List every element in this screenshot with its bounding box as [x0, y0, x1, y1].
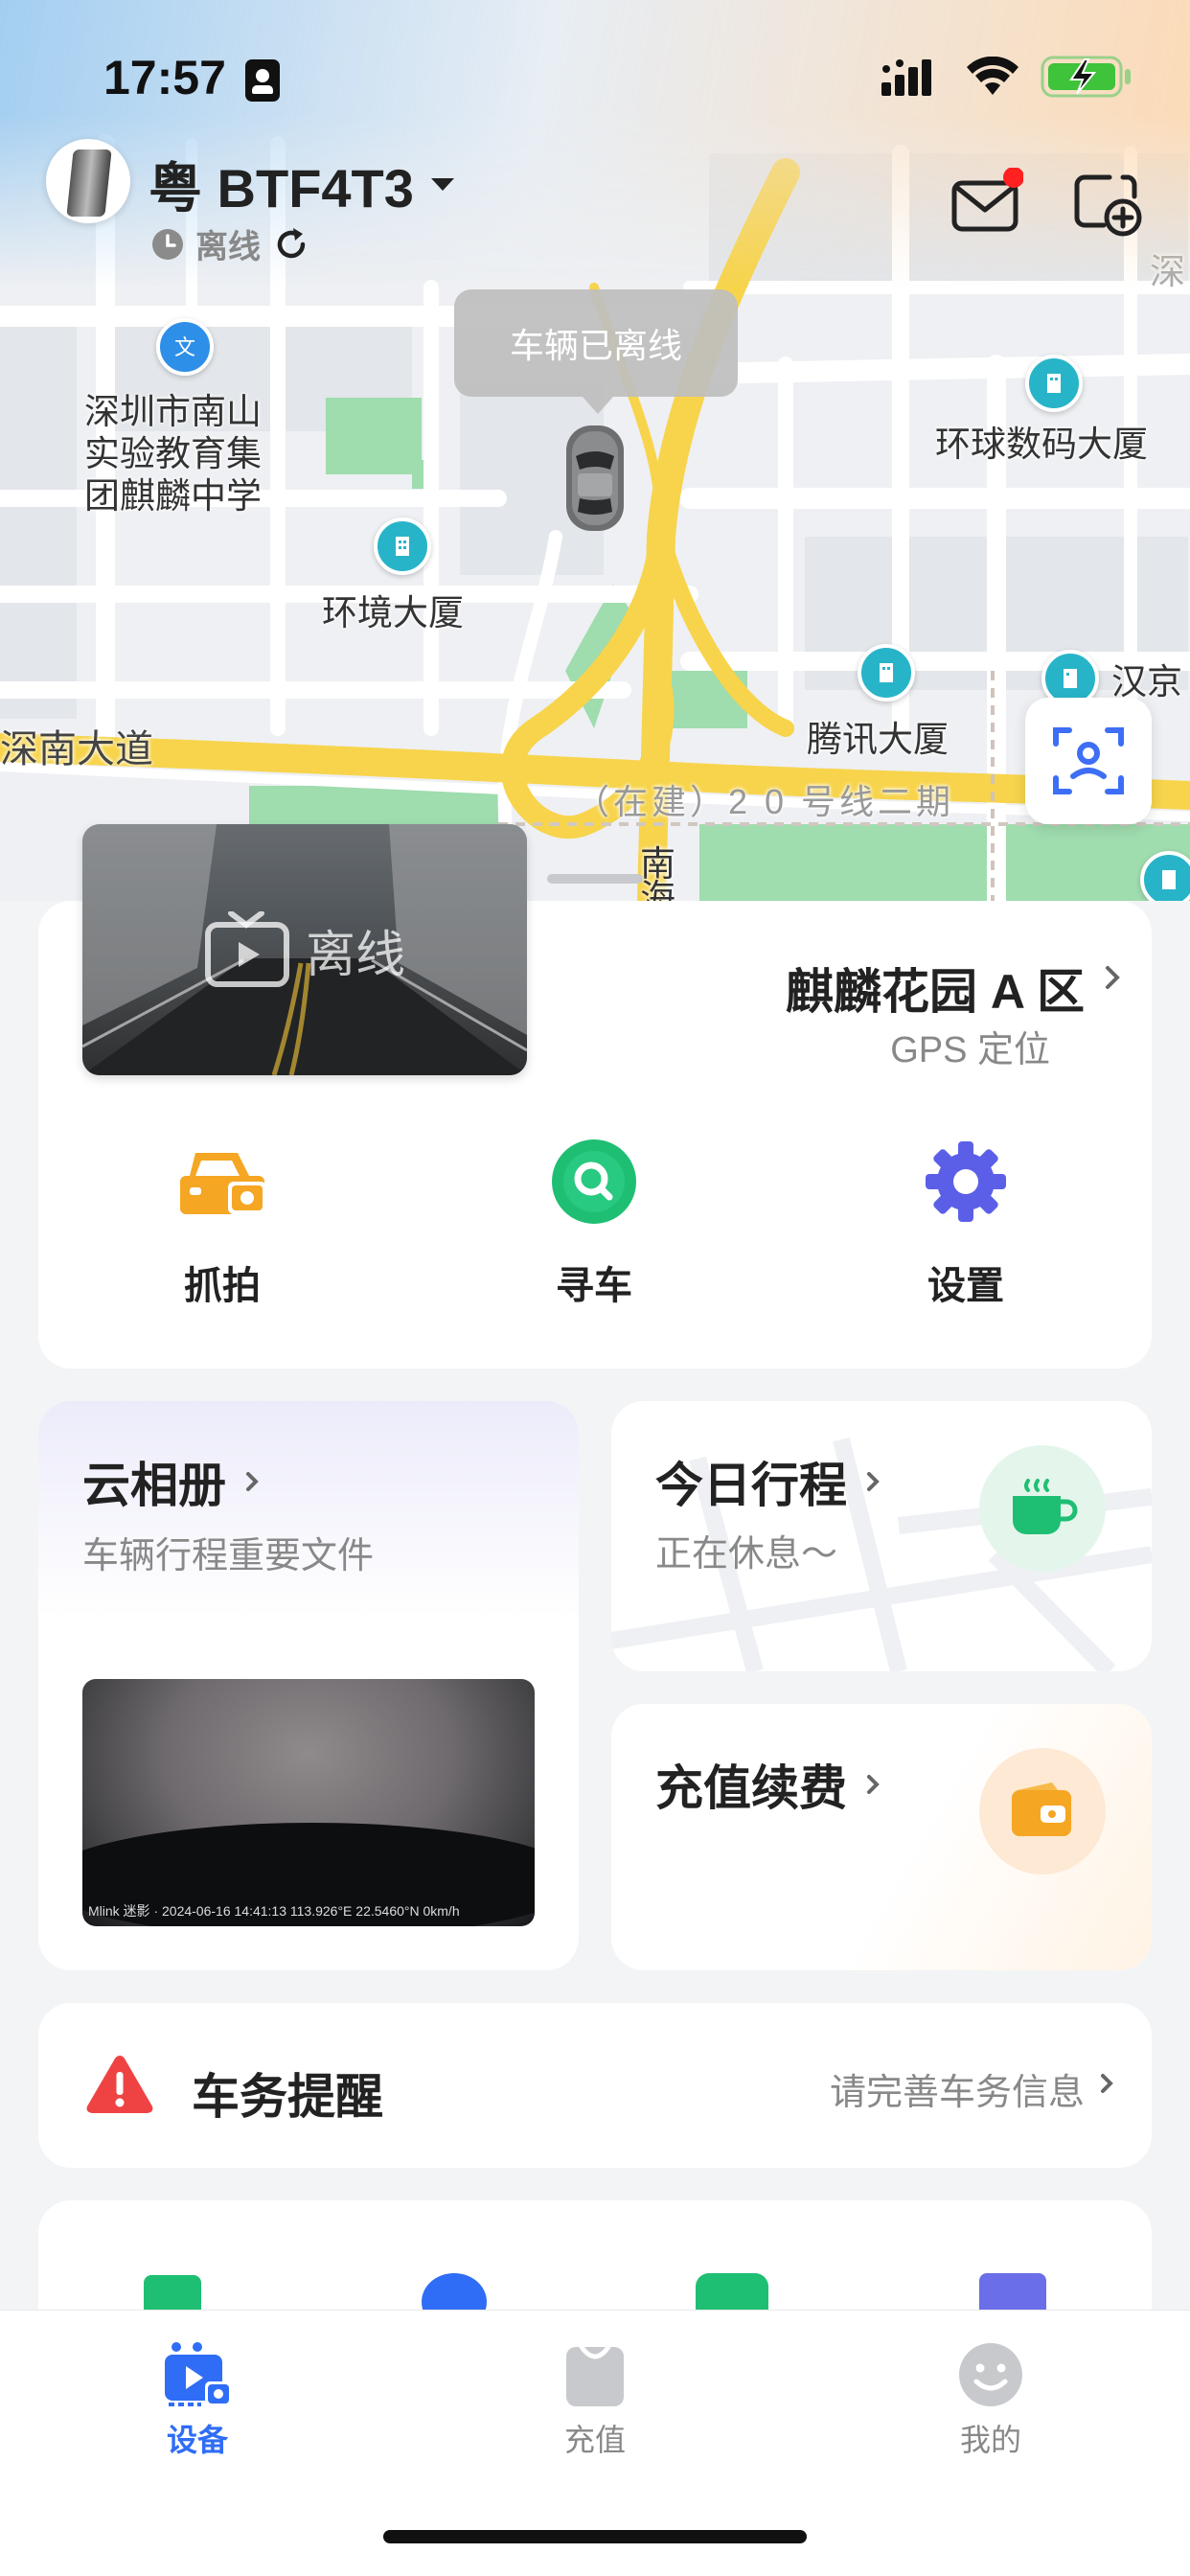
recharge-card[interactable]: 充值续费 — [611, 1704, 1152, 1970]
tab-recharge[interactable]: 充值 — [499, 2339, 691, 2460]
add-device-icon — [1074, 174, 1142, 237]
offline-overlay: 离线 — [82, 824, 527, 1075]
settings-gear-icon — [920, 1136, 1012, 1228]
chevron-right-icon — [867, 1472, 880, 1491]
video-status: 离线 — [305, 927, 405, 983]
car-marker-icon[interactable] — [561, 422, 629, 540]
tv-play-icon — [204, 911, 289, 987]
map-label-tencent: 腾讯大厦 — [807, 720, 949, 759]
album-title-row: 云相册 — [82, 1447, 263, 1516]
scan-icon — [1053, 727, 1124, 794]
settings-button[interactable]: 设置 — [851, 1136, 1081, 1310]
battery-charging-icon — [1041, 56, 1131, 98]
wifi-icon — [967, 57, 1018, 95]
connection-status: 离线 — [195, 229, 261, 265]
map-view[interactable]: 文 深圳市南山 实验教育集 团麒麟中学 环境大厦 环球数码大厦 腾讯大厦 汉京 … — [0, 0, 1190, 901]
message-button[interactable] — [950, 167, 1024, 241]
status-time: 17:57 — [103, 51, 226, 104]
map-label-metro-line: （在建）2 0 号线二期 — [575, 782, 955, 821]
today-trip-card[interactable]: 今日行程 正在休息～ — [611, 1401, 1152, 1671]
chevron-right-icon — [246, 1472, 259, 1491]
find-car-label: 寻车 — [556, 1265, 632, 1307]
plate-selector[interactable]: 粤 BTF4T3 — [149, 146, 456, 223]
home-indicator[interactable] — [383, 2530, 807, 2543]
reminder-action[interactable]: 请完善车务信息 — [830, 2062, 1085, 2115]
refresh-icon[interactable] — [272, 225, 310, 264]
tab-device[interactable]: 设备 — [102, 2339, 293, 2460]
tab-device-label: 设备 — [166, 2423, 228, 2457]
settings-label: 设置 — [927, 1265, 1004, 1307]
tab-mine[interactable]: 我的 — [895, 2339, 1087, 2460]
map-label-hai: 海 — [640, 878, 675, 901]
chevron-right-icon — [867, 1775, 880, 1794]
service-folder-icon[interactable] — [979, 2273, 1046, 2312]
building-poi-icon[interactable] — [858, 644, 915, 702]
find-car-icon — [548, 1136, 640, 1228]
tab-mine-label: 我的 — [959, 2423, 1021, 2457]
recharge-title-row: 充值续费 — [655, 1750, 883, 1819]
vehicle-avatar[interactable] — [46, 139, 130, 223]
coffee-cup-icon — [979, 1445, 1106, 1572]
map-label-school: 深圳市南山 实验教育集 团麒麟中学 — [84, 392, 262, 516]
service-green-icon[interactable] — [144, 2275, 201, 2313]
photo-watermark: Mlink 迷影 · 2024-06-16 14:41:13 113.926°E… — [88, 1903, 460, 1919]
smiley-profile-icon — [952, 2339, 1029, 2410]
device-tab-icon — [159, 2339, 236, 2410]
album-subtitle: 车辆行程重要文件 — [82, 1536, 375, 1576]
warning-icon — [86, 2056, 153, 2113]
service-car-icon[interactable] — [696, 2273, 768, 2312]
album-latest-photo[interactable]: Mlink 迷影 · 2024-06-16 14:41:13 113.926°E… — [82, 1679, 535, 1926]
contact-card-icon — [245, 59, 280, 102]
shopping-bag-icon — [557, 2339, 633, 2410]
connection-status-row: 离线 — [151, 220, 310, 267]
map-label-shennan-road: 深南大道 — [0, 728, 153, 770]
find-car-button[interactable]: 寻车 — [479, 1136, 709, 1310]
wallet-icon — [979, 1748, 1106, 1874]
status-icons — [881, 56, 1133, 98]
cloud-album-card[interactable]: 云相册 车辆行程重要文件 Mlink 迷影 · 2024-06-16 14:41… — [38, 1401, 579, 1970]
svg-text:文: 文 — [174, 336, 195, 360]
recharge-title: 充值续费 — [655, 1761, 847, 1815]
snapshot-button[interactable]: 抓拍 — [107, 1136, 337, 1310]
clock-icon — [152, 228, 183, 260]
mail-icon — [951, 167, 1024, 232]
map-label-env-building: 环境大厦 — [322, 593, 464, 632]
snapshot-label: 抓拍 — [184, 1265, 261, 1307]
building-poi-icon[interactable] — [1025, 355, 1083, 412]
vehicle-offline-bubble: 车辆已离线 — [454, 289, 738, 414]
album-title: 云相册 — [82, 1459, 226, 1512]
chevron-right-icon[interactable] — [1102, 958, 1125, 997]
trip-title-row: 今日行程 — [655, 1447, 883, 1516]
scan-button[interactable] — [1025, 698, 1152, 824]
trip-subtitle: 正在休息～ — [655, 1534, 838, 1575]
school-poi-icon[interactable]: 文 — [156, 318, 214, 376]
plate-number: 粤 BTF4T3 — [149, 158, 414, 218]
tab-recharge-label: 充值 — [563, 2423, 626, 2457]
building-poi-icon[interactable] — [374, 518, 431, 575]
snapshot-car-icon — [176, 1136, 268, 1228]
trip-title: 今日行程 — [655, 1459, 847, 1512]
signal-icon — [881, 59, 931, 96]
sheet-drag-handle[interactable] — [547, 874, 643, 884]
chevron-right-icon[interactable] — [1098, 2068, 1117, 2099]
location-source: GPS 定位 — [890, 1030, 1050, 1070]
live-video-thumbnail[interactable]: 离线 — [82, 824, 527, 1075]
building-poi-icon[interactable] — [1140, 851, 1190, 901]
add-device-button[interactable] — [1071, 168, 1144, 241]
caret-down-icon — [430, 177, 454, 191]
reminder-title: 车务提醒 — [192, 2070, 383, 2124]
location-name[interactable]: 麒麟花园 A 区 — [786, 954, 1085, 1023]
vehicle-reminder-card[interactable]: 车务提醒 请完善车务信息 — [38, 2003, 1152, 2168]
map-label-global-digital: 环球数码大厦 — [935, 425, 1148, 464]
